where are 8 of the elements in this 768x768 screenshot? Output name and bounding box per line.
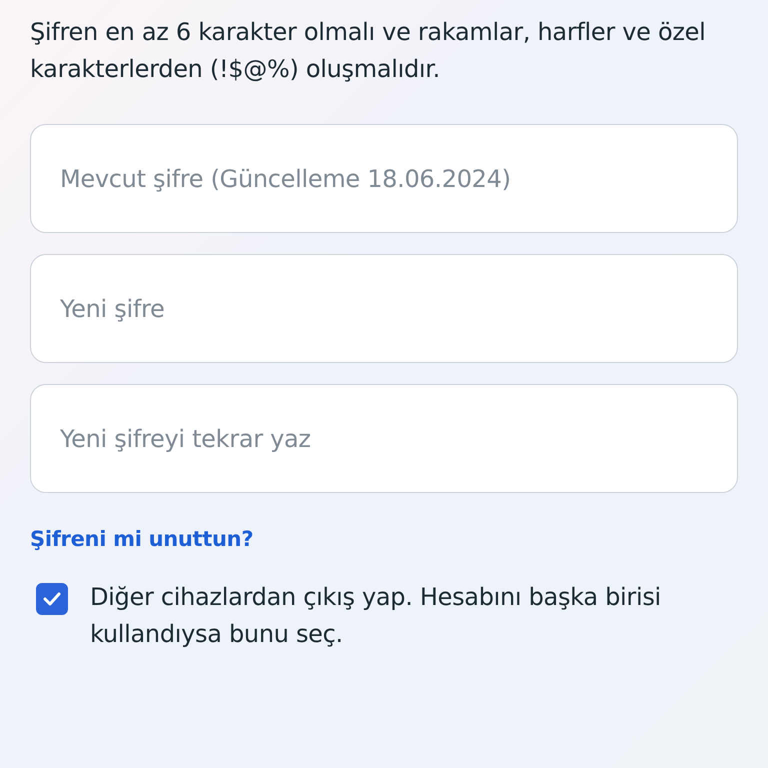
- forgot-password-link[interactable]: Şifreni mi unuttun?: [30, 527, 254, 551]
- checkbox[interactable]: [36, 583, 68, 615]
- password-field[interactable]: Yeni şifreyi tekrar yaz: [30, 384, 738, 493]
- checkbox-label: Diğer cihazlardan çıkış yap. Hesabını başka birisi kullandıysa bunu seç.: [90, 582, 662, 650]
- password-requirements-text: Şifren en az 6 karakter olmalı ve rakamlar, harfler ve özel karakterlerden (!$@%) oluşmalıdır.: [30, 17, 706, 85]
- password-field[interactable]: Mevcut şifre (Güncelleme 18.06.2024): [30, 124, 738, 233]
- password-field[interactable]: Yeni şifre: [30, 254, 738, 363]
- checkmark-icon: [43, 592, 61, 606]
